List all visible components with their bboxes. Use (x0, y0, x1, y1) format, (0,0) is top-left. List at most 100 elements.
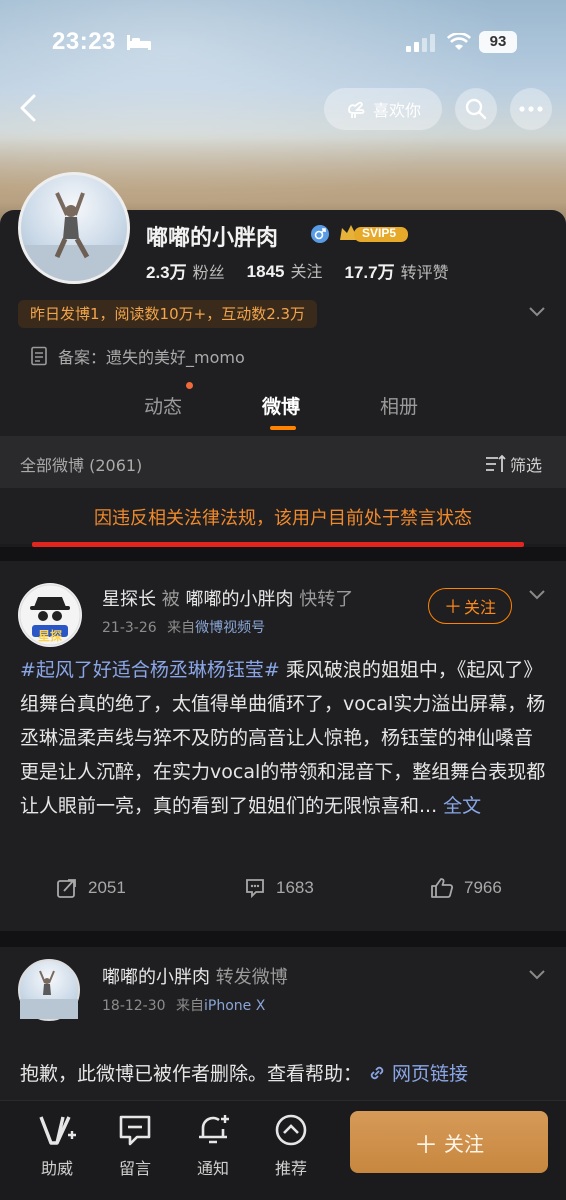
tab-weibo[interactable]: 微博 (262, 392, 300, 419)
section-divider (0, 931, 566, 947)
repost-label: 转评赞 (400, 263, 449, 282)
active-tab-indicator (270, 426, 296, 430)
back-icon[interactable] (12, 90, 48, 126)
repost-weibo-text: 转发微博 (215, 967, 288, 988)
post-author-name[interactable]: 嘟嘟的小胖肉 (102, 967, 210, 988)
repost-count: 17.7万 (344, 263, 395, 282)
more-dots-icon (519, 106, 543, 112)
follow-main-label: 关注 (444, 1131, 484, 1156)
nav-cheer-label: 助威 (40, 1159, 73, 1178)
avatar-figure-icon (20, 970, 78, 1019)
message-icon (119, 1115, 151, 1146)
comment-icon (246, 879, 264, 899)
fans-stat[interactable]: 2.3万 粉丝 (146, 258, 225, 283)
filter-icon (486, 454, 506, 472)
post-header: 嘟嘟的小胖肉 转发微博 (102, 963, 288, 989)
tab-dynamic[interactable]: 动态 (144, 392, 182, 419)
post-client[interactable]: iPhone X (204, 998, 265, 1014)
read-more-link[interactable]: 全文 (443, 795, 481, 817)
like-action[interactable]: 7966 (430, 877, 502, 899)
comment-count: 1683 (276, 878, 314, 897)
banned-notice-text: 因违反相关法律法规，该用户目前处于禁言状态 (94, 508, 472, 529)
repost-stat[interactable]: 17.7万 转评赞 (345, 258, 449, 283)
web-link[interactable]: 网页链接 (392, 1059, 468, 1086)
post-client[interactable]: 微博视频号 (195, 620, 265, 636)
gender-male-icon (311, 225, 329, 243)
signal-icon (406, 34, 435, 52)
follow-button-label: 关注 (463, 598, 496, 617)
chevron-down-icon[interactable] (528, 969, 546, 981)
post-meta: 21-3-26 来自微博视频号 (102, 617, 265, 637)
tab-album[interactable]: 相册 (380, 392, 418, 419)
repost-count: 2051 (88, 878, 126, 897)
post-date: 18-12-30 (102, 998, 166, 1014)
section-divider (0, 547, 566, 561)
chevron-down-icon[interactable] (528, 306, 546, 318)
battery-indicator: 93 (479, 31, 517, 53)
source-user-name[interactable]: 嘟嘟的小胖肉 (185, 589, 293, 610)
follow-label: 关注 (290, 262, 323, 281)
nav-recommend[interactable]: 推荐 (266, 1113, 316, 1179)
nav-notify[interactable]: 通知 (188, 1113, 238, 1179)
post-author-name[interactable]: 星探长 (102, 589, 156, 610)
post-author-avatar[interactable] (18, 959, 80, 1021)
post-body-text: 乘风破浪的姐姐中，《起风了》组舞台真的绝了，太值得单曲循环了，vocal实力溢出… (20, 659, 546, 817)
thumbs-up-icon (431, 878, 454, 898)
recommend-up-icon (275, 1114, 307, 1146)
plus-icon: ＋ (414, 1130, 438, 1159)
bell-plus-icon (199, 1115, 229, 1144)
more-button[interactable] (510, 88, 552, 130)
nav-message-label: 留言 (118, 1159, 151, 1178)
svip-label: SVIP5 (362, 226, 397, 240)
svip-badge[interactable]: SVIP5 (338, 222, 410, 244)
post-card[interactable]: 嘟嘟的小胖肉 转发微博 18-12-30 来自iPhone X 抱歉，此微博已被… (0, 947, 566, 1100)
like-you-label: 喜欢你 (372, 101, 421, 120)
fans-count: 2.3万 (146, 263, 187, 282)
deleted-text: 抱歉，此微博已被作者删除。查看帮助： (20, 1063, 363, 1085)
filter-bar: 全部微博 (2061) 筛选 (0, 436, 566, 488)
avatar[interactable] (18, 172, 130, 284)
post-text[interactable]: #起风了好适合杨丞琳杨钰莹# 乘风破浪的姐姐中，《起风了》组舞台真的绝了，太值得… (20, 653, 550, 823)
avatar-logo-text: 星探 (37, 629, 62, 643)
status-bar: 23:23 93 (0, 0, 566, 86)
bottom-nav: 助威 留言 通知 推荐 ＋ 关注 (0, 1100, 566, 1200)
follow-count: 1845 (246, 262, 285, 281)
search-icon (465, 98, 487, 120)
post-header: 星探长 被 嘟嘟的小胖肉 快转了 (102, 585, 353, 611)
quick-repost-text: 快转了 (299, 589, 354, 610)
post-author-avatar[interactable]: 星探 (18, 583, 82, 647)
nav-recommend-label: 推荐 (274, 1159, 307, 1178)
chevron-down-icon[interactable] (528, 589, 546, 601)
comment-action[interactable]: 1683 (244, 877, 314, 899)
follow-stat[interactable]: 1845 关注 (247, 258, 323, 283)
follow-main-button[interactable]: ＋ 关注 (350, 1111, 548, 1173)
record-line: 备案：遗失的美好_momo (30, 344, 245, 368)
filter-button[interactable]: 筛选 (484, 452, 542, 476)
document-icon (31, 346, 47, 366)
plus-icon: ＋ (443, 597, 462, 618)
post-meta: 18-12-30 来自iPhone X (102, 995, 265, 1015)
profile-stats: 2.3万 粉丝 1845 关注 17.7万 转评赞 (146, 258, 449, 283)
like-count: 7966 (464, 878, 502, 897)
new-dot-badge (186, 382, 193, 389)
post-topic[interactable]: #起风了好适合杨丞琳杨钰莹# (20, 659, 280, 681)
post-card[interactable]: 星探 星探长 被 嘟嘟的小胖肉 快转了 21-3-26 来自微博视频号 ＋ 关注… (0, 561, 566, 931)
repost-icon (57, 879, 76, 898)
search-button[interactable] (455, 88, 497, 130)
activity-summary[interactable]: 昨日发博1，阅读数10万+，互动数2.3万 (18, 300, 318, 328)
banned-notice: 因违反相关法律法规，该用户目前处于禁言状态 (0, 488, 566, 544)
from-label: 来自 (176, 998, 204, 1014)
record-text: 备案：遗失的美好_momo (58, 348, 245, 367)
post-actions: 2051 1683 7966 (0, 877, 566, 917)
repost-action[interactable]: 2051 (56, 877, 126, 899)
like-you-button[interactable]: 喜欢你 (324, 88, 442, 130)
nav-message[interactable]: 留言 (110, 1113, 160, 1179)
all-weibo-count: 全部微博 (2061) (20, 456, 143, 475)
follow-button[interactable]: ＋ 关注 (428, 588, 512, 624)
nav-notify-label: 通知 (196, 1159, 229, 1178)
cheer-v-icon (39, 1116, 76, 1145)
hand-heart-icon (348, 101, 365, 118)
sleep-mode-icon (127, 35, 151, 50)
from-label: 来自 (167, 620, 196, 636)
nav-cheer[interactable]: 助威 (32, 1113, 82, 1179)
